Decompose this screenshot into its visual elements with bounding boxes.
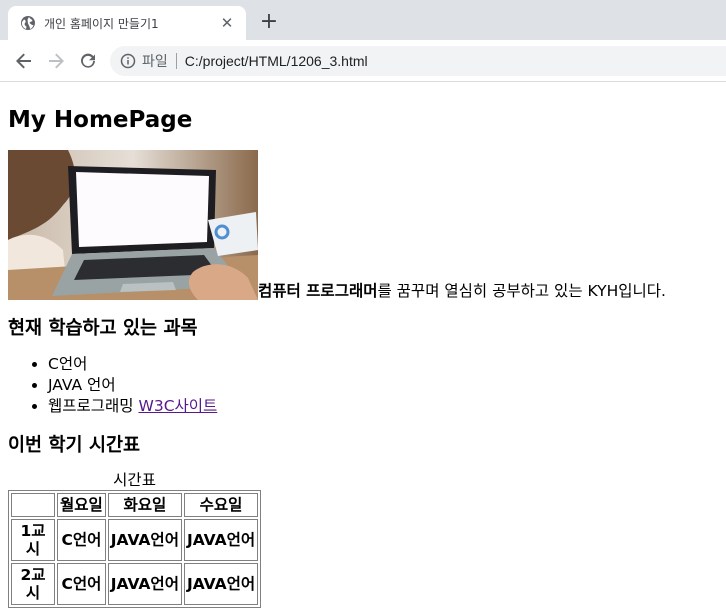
intro-paragraph: 컴퓨터 프로그래머를 꿈꾸며 열심히 공부하고 있는 KYH입니다. xyxy=(8,150,718,300)
table-cell: JAVA언어 xyxy=(183,563,259,605)
address-url[interactable]: C:/project/HTML/1206_3.html xyxy=(185,53,368,69)
table-cell: 1교시 xyxy=(11,519,55,561)
table-cell: JAVA언어 xyxy=(183,519,259,561)
close-icon[interactable]: ✕ xyxy=(218,14,236,32)
timetable-caption: 시간표 xyxy=(113,471,156,489)
address-bar[interactable]: 파일 C:/project/HTML/1206_3.html xyxy=(110,45,726,76)
subjects-heading: 현재 학습하고 있는 과목 xyxy=(8,318,198,339)
reload-button[interactable] xyxy=(72,45,104,77)
browser-toolbar: 파일 C:/project/HTML/1206_3.html xyxy=(0,40,726,82)
table-header-cell: 월요일 xyxy=(57,493,106,517)
subject-label: JAVA 언어 xyxy=(48,376,116,394)
list-item: 웹프로그래밍 W3C사이트 xyxy=(48,396,718,417)
table-cell: C언어 xyxy=(57,519,106,561)
forward-button[interactable] xyxy=(40,45,72,77)
laptop-photo xyxy=(8,150,258,300)
globe-icon xyxy=(20,15,36,31)
new-tab-button[interactable]: + xyxy=(256,10,282,36)
tab-strip: 개인 홈페이지 만들기1 ✕ + xyxy=(0,0,726,40)
table-row: 2교시 C언어 JAVA언어 JAVA언어 xyxy=(11,563,259,605)
table-row: 1교시 C언어 JAVA언어 JAVA언어 xyxy=(11,519,259,561)
list-item: JAVA 언어 xyxy=(48,375,718,396)
page-content: My HomePage 컴퓨터 프로그래머를 꿈꾸며 열심히 공부하고 있는 K… xyxy=(0,106,726,608)
w3c-site-link[interactable]: W3C사이트 xyxy=(139,397,218,415)
table-header-row: 월요일 화요일 수요일 xyxy=(11,493,259,517)
timetable-heading: 이번 학기 시간표 xyxy=(8,435,141,456)
browser-tab[interactable]: 개인 홈페이지 만들기1 ✕ xyxy=(8,6,246,40)
arrow-right-icon xyxy=(49,53,64,68)
table-cell: JAVA언어 xyxy=(107,563,182,605)
address-scheme: 파일 xyxy=(142,53,168,70)
table-cell: C언어 xyxy=(57,563,106,605)
subject-label: C언어 xyxy=(48,355,88,373)
table-cell: JAVA언어 xyxy=(107,519,182,561)
back-button[interactable] xyxy=(8,45,40,77)
list-item: C언어 xyxy=(48,354,718,375)
info-icon[interactable] xyxy=(120,53,136,69)
tab-title: 개인 홈페이지 만들기1 xyxy=(44,16,159,31)
table-header-cell: 수요일 xyxy=(183,493,259,517)
reload-icon xyxy=(81,53,95,68)
page-title: My HomePage xyxy=(8,107,193,133)
intro-text: 를 꿈꾸며 열심히 공부하고 있는 KYH입니다. xyxy=(377,282,666,300)
address-divider xyxy=(175,52,177,69)
intro-highlight: 컴퓨터 프로그래머 xyxy=(258,282,378,300)
table-header-cell xyxy=(11,493,55,517)
table-cell: 2교시 xyxy=(11,563,55,605)
table-header-cell: 화요일 xyxy=(107,493,182,517)
subject-label: 웹프로그래밍 xyxy=(48,397,139,415)
arrow-left-icon xyxy=(16,53,31,68)
subjects-list: C언어 JAVA 언어 웹프로그래밍 W3C사이트 xyxy=(8,354,718,417)
timetable: 시간표 월요일 화요일 수요일 1교시 C언어 JAVA언어 JAVA언어 2교… xyxy=(8,471,262,608)
